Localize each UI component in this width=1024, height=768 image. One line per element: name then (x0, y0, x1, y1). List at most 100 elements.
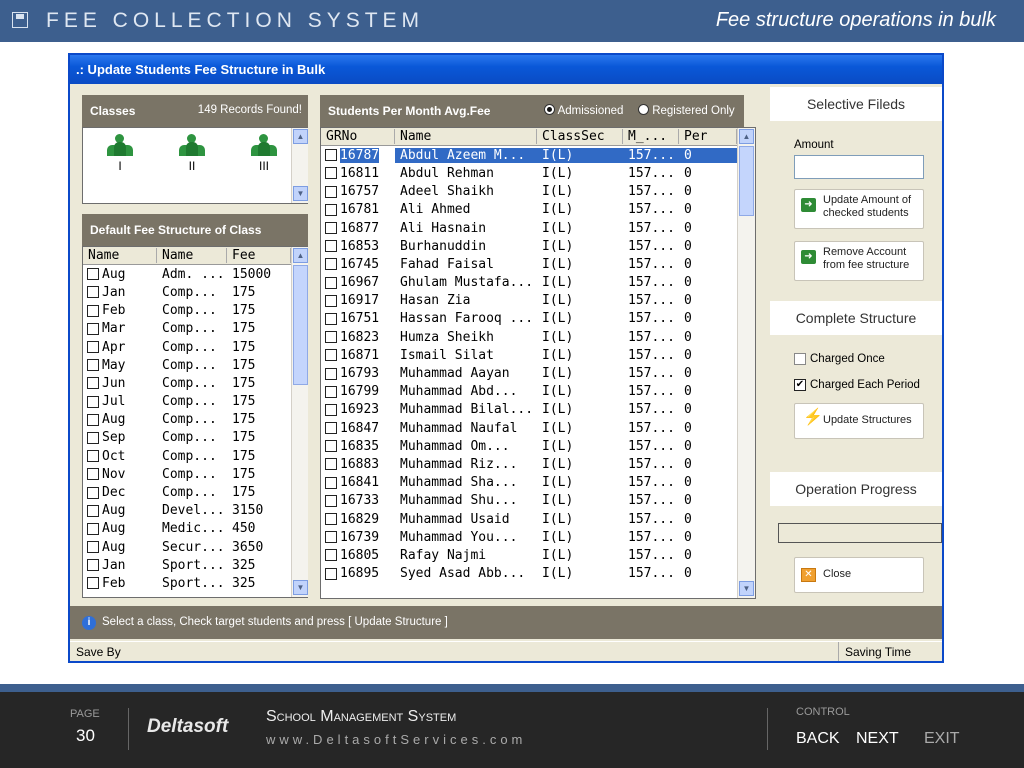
row-checkbox[interactable] (87, 304, 99, 317)
fee-row[interactable]: Sep Comp... 175 (83, 429, 291, 447)
row-checkbox[interactable] (87, 541, 99, 554)
student-row[interactable]: 16733 Muhammad Shu... I(L) 157... 0 (321, 492, 737, 510)
fee-row[interactable]: May Comp... 175 (83, 356, 291, 374)
scroll-up-icon[interactable]: ▲ (293, 129, 308, 144)
col-grno[interactable]: GRNo (321, 129, 395, 145)
student-row[interactable]: 16917 Hasan Zia I(L) 157... 0 (321, 292, 737, 310)
class-item[interactable]: II (167, 134, 217, 173)
student-row[interactable]: 16877 Ali Hasnain I(L) 157... 0 (321, 219, 737, 237)
row-checkbox[interactable] (325, 349, 337, 362)
student-row[interactable]: 16793 Muhammad Aayan I(L) 157... 0 (321, 364, 737, 382)
row-checkbox[interactable] (87, 377, 99, 390)
row-checkbox[interactable] (325, 422, 337, 435)
scroll-down-icon[interactable]: ▼ (293, 186, 308, 201)
row-checkbox[interactable] (87, 468, 99, 481)
fee-row[interactable]: Feb Sport... 325 (83, 574, 291, 592)
row-checkbox[interactable] (325, 440, 337, 453)
student-row[interactable]: 16883 Muhammad Riz... I(L) 157... 0 (321, 455, 737, 473)
next-link[interactable]: NEXT (856, 730, 899, 748)
col-name-1[interactable]: Name (83, 248, 157, 264)
row-checkbox[interactable] (325, 476, 337, 489)
students-scrollbar[interactable]: ▲ ▼ (737, 128, 755, 598)
student-row[interactable]: 16811 Abdul Rehman I(L) 157... 0 (321, 164, 737, 182)
row-checkbox[interactable] (87, 504, 99, 517)
student-row[interactable]: 16739 Muhammad You... I(L) 157... 0 (321, 528, 737, 546)
classes-scrollbar[interactable]: ▲ ▼ (291, 128, 308, 203)
checkbox-checked-icon[interactable]: ✔ (794, 379, 806, 391)
exit-link[interactable]: EXIT (924, 730, 960, 748)
row-checkbox[interactable] (87, 395, 99, 408)
student-row[interactable]: 16805 Rafay Najmi I(L) 157... 0 (321, 546, 737, 564)
col-name-2[interactable]: Name (157, 248, 227, 264)
row-checkbox[interactable] (87, 286, 99, 299)
row-checkbox[interactable] (325, 294, 337, 307)
radio-empty-icon[interactable] (638, 104, 649, 115)
col-name[interactable]: Name (395, 129, 537, 145)
student-row[interactable]: 16745 Fahad Faisal I(L) 157... 0 (321, 255, 737, 273)
row-checkbox[interactable] (325, 549, 337, 562)
row-checkbox[interactable] (325, 331, 337, 344)
col-fee[interactable]: Fee (227, 248, 291, 264)
student-row[interactable]: 16823 Humza Sheikh I(L) 157... 0 (321, 328, 737, 346)
close-button[interactable]: ✕ Close (794, 557, 924, 593)
student-row[interactable]: 16835 Muhammad Om... I(L) 157... 0 (321, 437, 737, 455)
student-row[interactable]: 16781 Ali Ahmed I(L) 157... 0 (321, 201, 737, 219)
fee-row[interactable]: Apr Comp... 175 (83, 338, 291, 356)
radio-selected-icon[interactable] (544, 104, 555, 115)
fee-row[interactable]: Aug Medic... 450 (83, 520, 291, 538)
student-row[interactable]: 16923 Muhammad Bilal... I(L) 157... 0 (321, 401, 737, 419)
scroll-thumb[interactable] (293, 265, 308, 385)
student-row[interactable]: 16967 Ghulam Mustafa... I(L) 157... 0 (321, 274, 737, 292)
row-checkbox[interactable] (325, 276, 337, 289)
fee-row[interactable]: Aug Secur... 3650 (83, 538, 291, 556)
row-checkbox[interactable] (325, 531, 337, 544)
row-checkbox[interactable] (87, 577, 99, 590)
row-checkbox[interactable] (87, 341, 99, 354)
fee-row[interactable]: Oct Comp... 175 (83, 447, 291, 465)
update-structures-button[interactable]: ⚡ Update Structures (794, 403, 924, 439)
fee-row[interactable]: Aug Adm. ... 15000 (83, 265, 291, 283)
student-row[interactable]: 16853 Burhanuddin I(L) 157... 0 (321, 237, 737, 255)
row-checkbox[interactable] (325, 567, 337, 580)
col-per[interactable]: Per (679, 129, 737, 145)
radio-admissioned[interactable]: Admissioned (544, 104, 623, 117)
student-row[interactable]: 16751 Hassan Farooq ... I(L) 157... 0 (321, 310, 737, 328)
row-checkbox[interactable] (87, 559, 99, 572)
row-checkbox[interactable] (325, 513, 337, 526)
fee-row[interactable]: Jan Comp... 175 (83, 283, 291, 301)
student-row[interactable]: 16787 Abdul Azeem M... I(L) 157... 0 (321, 146, 737, 164)
row-checkbox[interactable] (87, 359, 99, 372)
student-row[interactable]: 16757 Adeel Shaikh I(L) 157... 0 (321, 183, 737, 201)
charged-once-checkbox[interactable]: Charged Once (794, 353, 885, 365)
row-checkbox[interactable] (325, 203, 337, 216)
fee-scrollbar[interactable]: ▲ ▼ (291, 247, 308, 597)
row-checkbox[interactable] (325, 149, 337, 162)
amount-input[interactable] (794, 155, 924, 179)
student-row[interactable]: 16847 Muhammad Naufal I(L) 157... 0 (321, 419, 737, 437)
row-checkbox[interactable] (325, 403, 337, 416)
row-checkbox[interactable] (87, 486, 99, 499)
col-m[interactable]: M_... (623, 129, 679, 145)
row-checkbox[interactable] (325, 258, 337, 271)
row-checkbox[interactable] (325, 222, 337, 235)
fee-row[interactable]: Jul Comp... 175 (83, 393, 291, 411)
fee-row[interactable]: Aug Devel... 3150 (83, 502, 291, 520)
back-link[interactable]: BACK (796, 730, 840, 748)
charged-each-period-checkbox[interactable]: ✔ Charged Each Period (794, 379, 920, 391)
row-checkbox[interactable] (325, 185, 337, 198)
row-checkbox[interactable] (325, 240, 337, 253)
class-item[interactable]: III (239, 134, 289, 173)
row-checkbox[interactable] (87, 431, 99, 444)
fee-row[interactable]: Feb Comp... 175 (83, 302, 291, 320)
row-checkbox[interactable] (325, 312, 337, 325)
update-amount-button[interactable]: ➜ Update Amount of checked students (794, 189, 924, 229)
row-checkbox[interactable] (87, 522, 99, 535)
student-row[interactable]: 16895 Syed Asad Abb... I(L) 157... 0 (321, 565, 737, 583)
fee-row[interactable]: Dec Comp... 175 (83, 483, 291, 501)
row-checkbox[interactable] (325, 167, 337, 180)
scroll-down-icon[interactable]: ▼ (739, 581, 754, 596)
row-checkbox[interactable] (87, 413, 99, 426)
fee-row[interactable]: Jan Sport... 325 (83, 556, 291, 574)
scroll-up-icon[interactable]: ▲ (739, 129, 754, 144)
scroll-down-icon[interactable]: ▼ (293, 580, 308, 595)
